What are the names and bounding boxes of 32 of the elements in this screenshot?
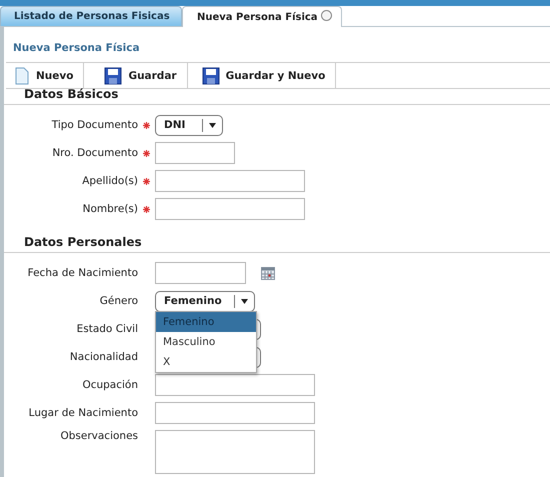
field-label: Apellido(s) xyxy=(81,175,138,187)
input-field[interactable] xyxy=(155,170,305,192)
field-label: Nombre(s) xyxy=(82,203,138,215)
field-label: Observaciones xyxy=(59,430,138,442)
field-label: Fecha de Nacimiento xyxy=(26,267,138,279)
input-field[interactable] xyxy=(155,142,235,164)
field-label: Nacionalidad xyxy=(68,351,138,363)
close-icon[interactable] xyxy=(320,10,332,21)
tab[interactable]: Nueva Persona Física xyxy=(182,6,342,27)
field-label: Lugar de Nacimiento xyxy=(28,407,138,419)
dropdown-arrow-icon xyxy=(209,122,216,128)
input-field[interactable] xyxy=(155,402,315,424)
dropdown-option[interactable]: X xyxy=(156,352,256,372)
input-field[interactable] xyxy=(155,198,305,220)
text-area[interactable] xyxy=(155,430,315,474)
panel-title: Nueva Persona Física xyxy=(12,41,141,56)
select-field[interactable]: Femenino xyxy=(155,290,255,312)
field-label: Ocupación xyxy=(81,379,138,391)
field-label: Género xyxy=(98,295,138,307)
dropdown-arrow-icon xyxy=(241,298,248,304)
dropdown-option[interactable]: Masculino xyxy=(156,332,256,352)
field-label: Tipo Documento xyxy=(50,119,138,131)
input-field[interactable] xyxy=(155,374,315,396)
field-label: Nro. Documento xyxy=(51,147,138,159)
date-field[interactable] xyxy=(155,262,246,284)
document-icon xyxy=(14,66,30,84)
calendar-icon[interactable] xyxy=(261,266,275,280)
select-field[interactable]: DNI xyxy=(155,114,223,136)
section-heading: Datos Personales xyxy=(4,232,550,253)
field-label: Estado Civil xyxy=(76,323,138,335)
tab[interactable]: Listado de Personas Fisicas xyxy=(0,6,182,26)
section-heading: Datos Básicos xyxy=(4,87,550,105)
